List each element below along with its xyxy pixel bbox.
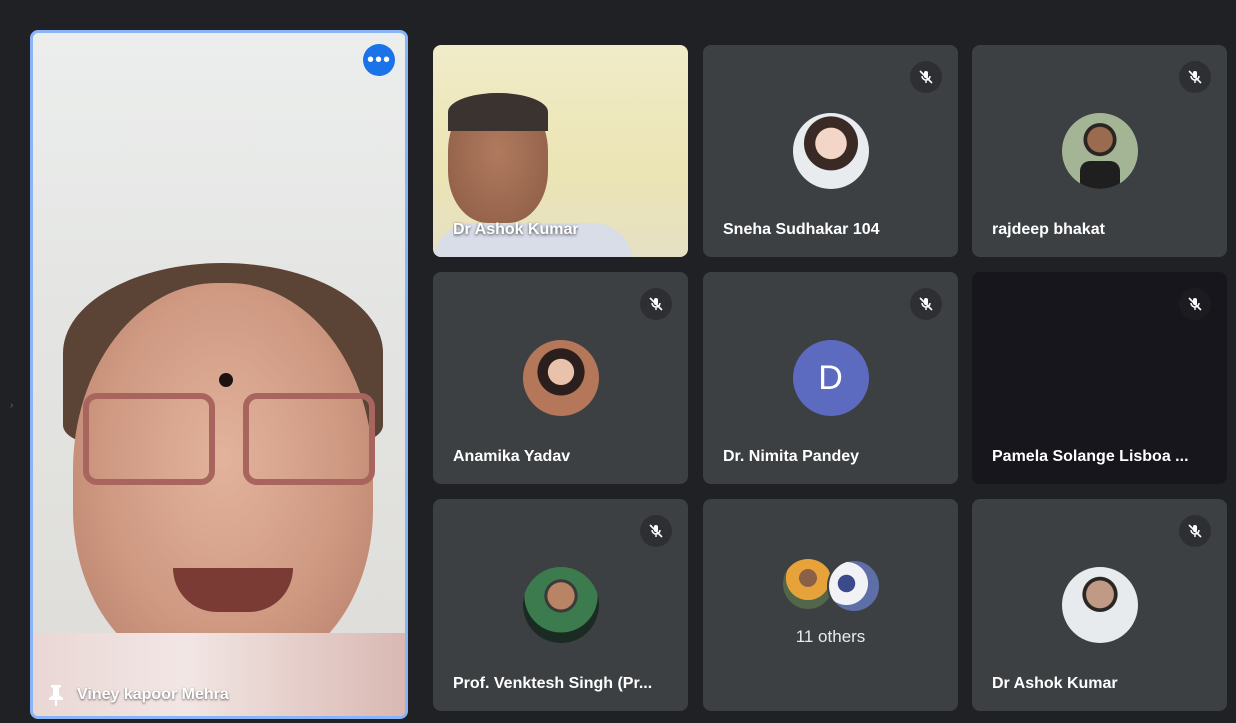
- participant-name: Pamela Solange Lisboa ...: [992, 448, 1189, 465]
- bindi: [219, 373, 233, 387]
- mic-off-icon: [1179, 288, 1211, 320]
- mic-off-icon: [640, 515, 672, 547]
- pin-icon[interactable]: [47, 684, 65, 706]
- participant-tile[interactable]: Anamika Yadav: [433, 272, 688, 484]
- participant-tile[interactable]: D Dr. Nimita Pandey: [703, 272, 958, 484]
- glasses-right: [243, 393, 375, 485]
- glasses-left: [83, 393, 215, 485]
- avatar: [792, 113, 869, 189]
- participant-name: Prof. Venktesh Singh (Pr...: [453, 675, 653, 692]
- mic-off-icon: [910, 61, 942, 93]
- meeting-grid: › ••• Viney kapoor Mehra Dr Ashok Kumar: [0, 0, 1236, 723]
- mic-off-icon: [640, 288, 672, 320]
- mic-off-icon: [910, 288, 942, 320]
- more-dots-icon: •••: [366, 49, 391, 71]
- others-tile[interactable]: 11 others: [703, 499, 958, 711]
- participant-name: Dr Ashok Kumar: [453, 221, 579, 238]
- participant-tile[interactable]: Prof. Venktesh Singh (Pr...: [433, 499, 688, 711]
- edge-chevron-icon: ›: [10, 400, 14, 411]
- participant-hair: [448, 93, 548, 131]
- participant-tile[interactable]: Dr Ashok Kumar: [972, 499, 1227, 711]
- others-avatar-stack: [781, 559, 881, 613]
- pinned-name: Viney kapoor Mehra: [77, 686, 229, 703]
- letter-avatar: D: [792, 340, 869, 416]
- avatar: [1061, 113, 1138, 189]
- avatar: [522, 340, 599, 416]
- participant-name: rajdeep bhakat: [992, 221, 1105, 238]
- avatar: [522, 567, 599, 643]
- others-count: 11 others: [795, 627, 866, 646]
- avatar: [782, 559, 833, 609]
- participant-tile[interactable]: Pamela Solange Lisboa ...: [972, 272, 1227, 484]
- mic-off-icon: [1179, 61, 1211, 93]
- participant-name: Dr. Nimita Pandey: [723, 448, 860, 465]
- avatar: [1061, 567, 1138, 643]
- more-options-button[interactable]: •••: [363, 44, 395, 76]
- participant-tile[interactable]: rajdeep bhakat: [972, 45, 1227, 257]
- pinned-name-label: Viney kapoor Mehra: [47, 684, 229, 706]
- participant-name: Anamika Yadav: [453, 448, 571, 465]
- participant-tile[interactable]: Sneha Sudhakar 104: [703, 45, 958, 257]
- participant-name: Dr Ashok Kumar: [992, 675, 1118, 692]
- presenter-garment: [33, 633, 405, 716]
- participant-name: Sneha Sudhakar 104: [723, 221, 880, 238]
- mic-off-icon: [1179, 515, 1211, 547]
- pinned-participant-tile[interactable]: ••• Viney kapoor Mehra: [30, 30, 408, 719]
- avatar: [826, 559, 881, 613]
- participant-tile[interactable]: Dr Ashok Kumar: [433, 45, 688, 257]
